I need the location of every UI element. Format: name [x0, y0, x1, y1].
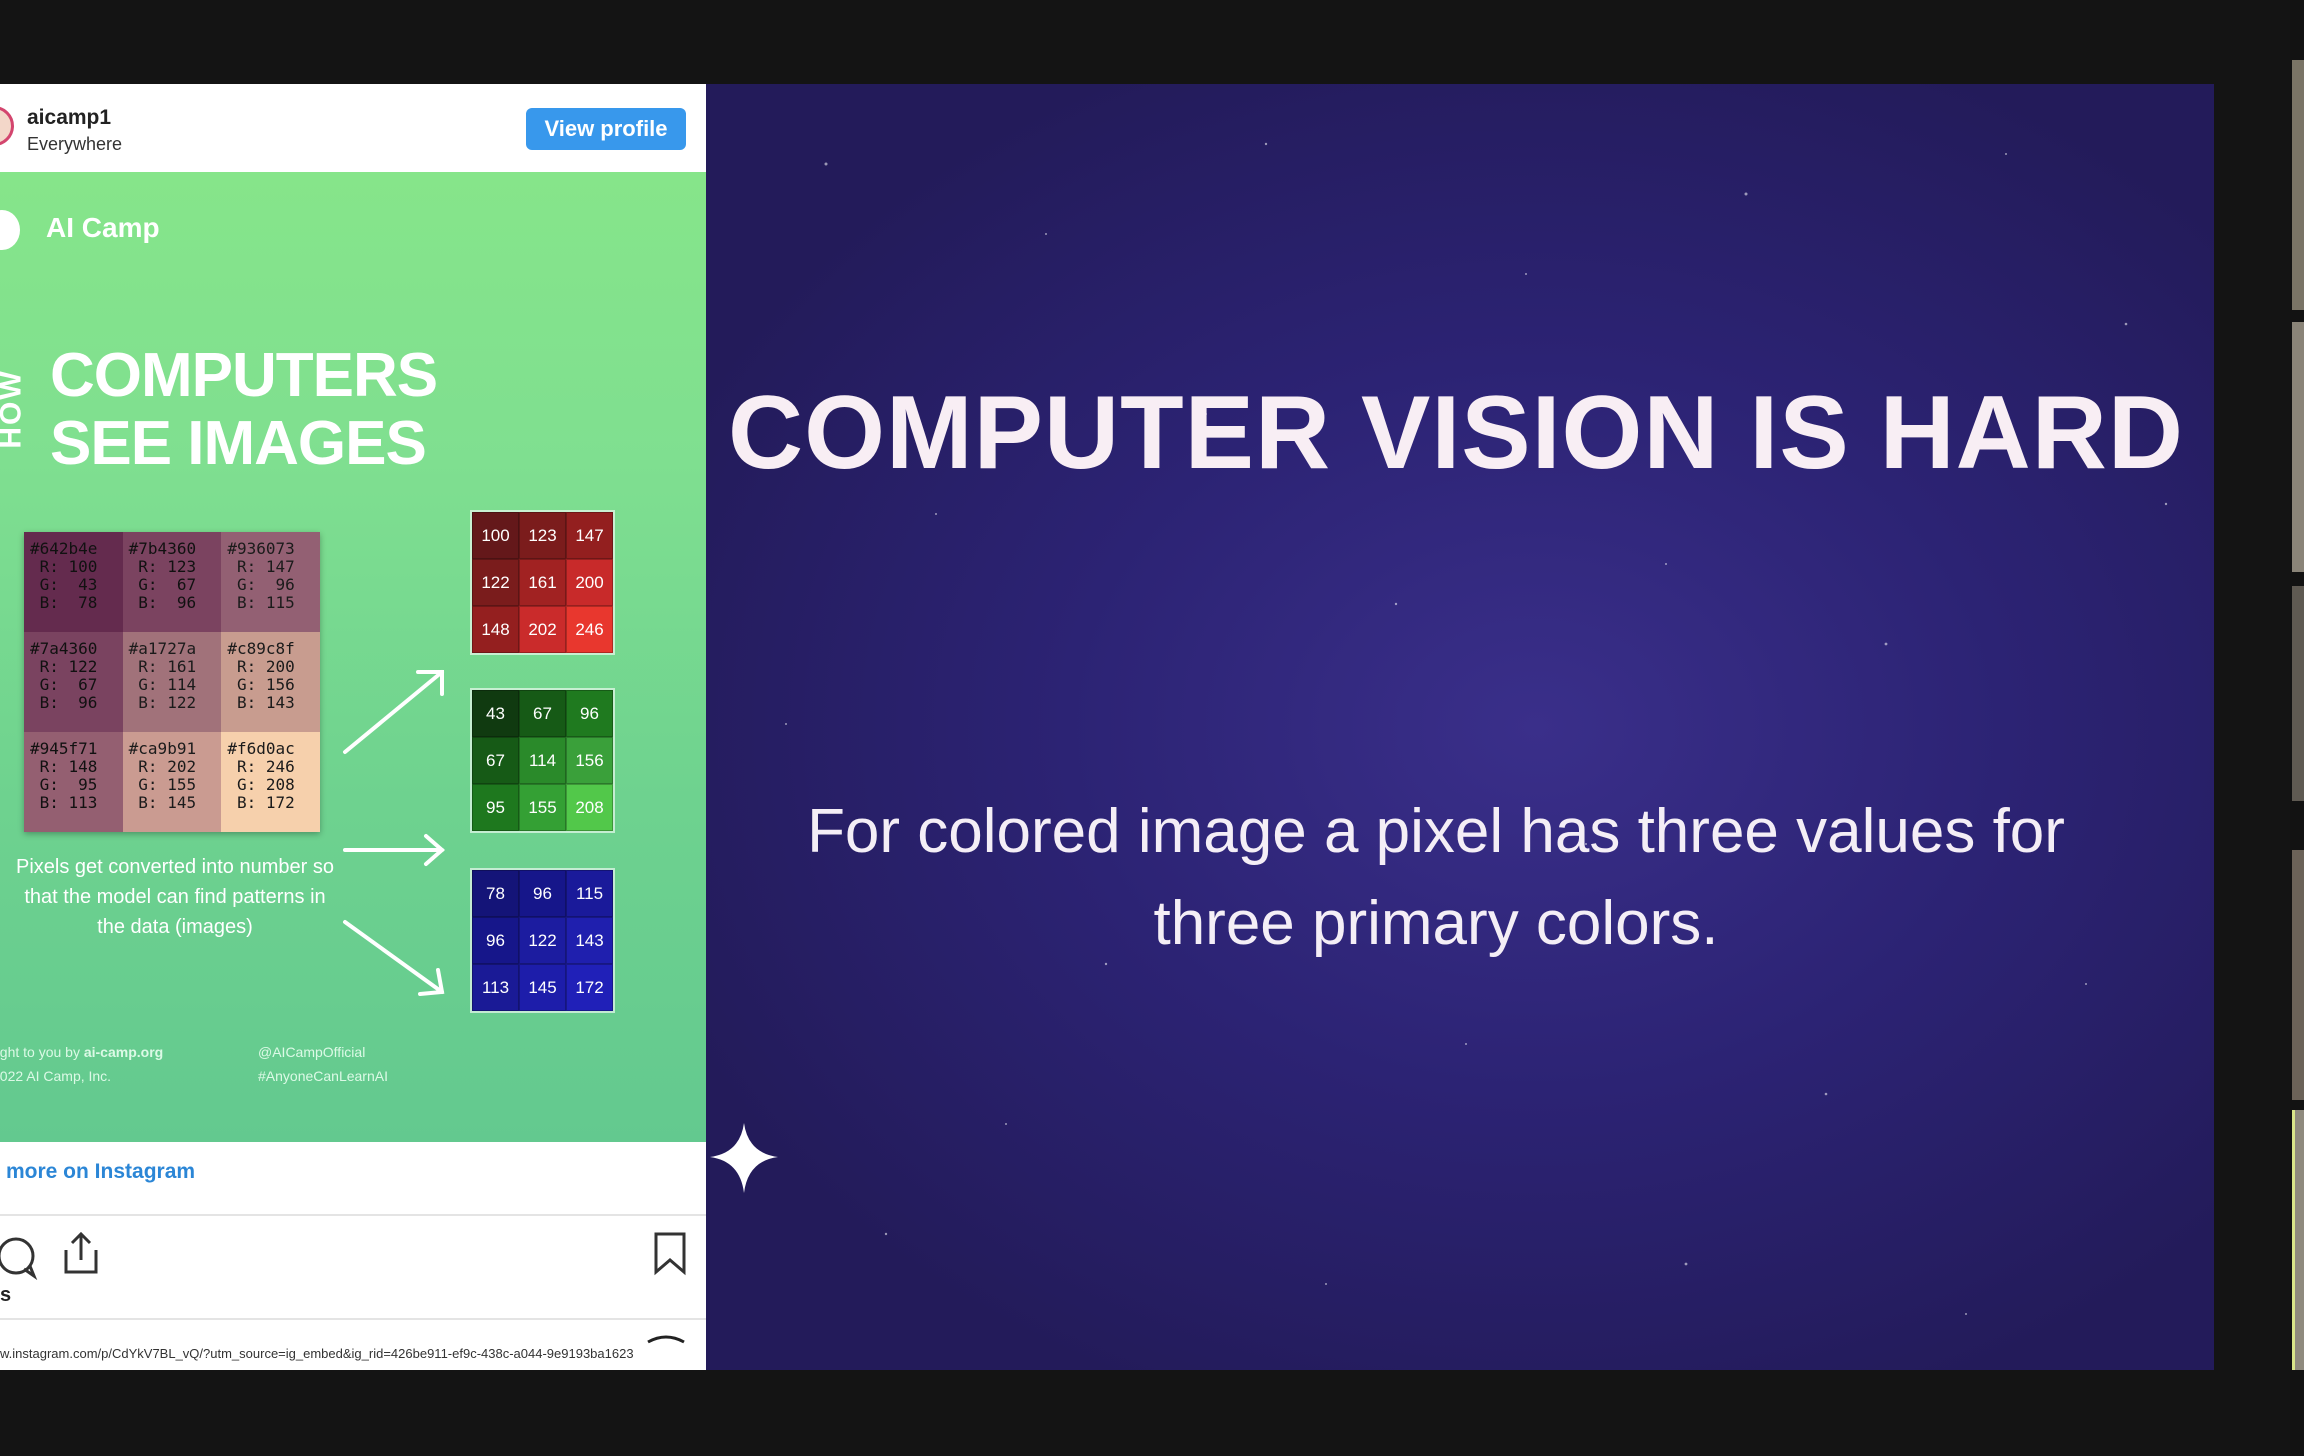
blue-value: 96 — [472, 917, 519, 964]
blue-channel-matrix: 78 96 115 96 122 143 113 145 172 — [470, 868, 615, 1013]
red-value: 123 — [519, 512, 566, 559]
pixel-cell: #a1727a R: 161 G: 114 B: 122 — [122, 632, 222, 732]
brand-name: AI Camp — [46, 212, 160, 243]
blue-value: 96 — [519, 870, 566, 917]
pixel-caption: Pixels get converted into number so that… — [16, 856, 334, 938]
red-value: 100 — [472, 512, 519, 559]
red-value: 161 — [519, 559, 566, 606]
avatar[interactable] — [0, 106, 14, 146]
instagram-embed: aicamp1 Everywhere View profile AI Camp … — [0, 84, 706, 1370]
blue-value: 115 — [566, 870, 613, 917]
headline-line-1: COMPUTERS — [50, 341, 438, 410]
username[interactable]: aicamp1 — [27, 106, 111, 130]
action-bar — [0, 1224, 706, 1284]
participant-thumbnail[interactable] — [2292, 586, 2304, 801]
green-value: 208 — [566, 784, 613, 831]
red-value: 147 — [566, 512, 613, 559]
red-value: 202 — [519, 606, 566, 653]
red-value: 148 — [472, 606, 519, 653]
pixel-cell: #945f71 R: 148 G: 95 B: 113 — [24, 732, 123, 832]
headline-how: HOW — [0, 369, 28, 449]
pixel-cell: #c89c8f R: 200 G: 156 B: 143 — [221, 632, 320, 732]
red-value: 200 — [566, 559, 613, 606]
green-value: 155 — [519, 784, 566, 831]
pixel-cell: #642b4e R: 100 G: 43 B: 78 — [24, 532, 123, 632]
status-url: w.instagram.com/p/CdYkV7BL_vQ/?utm_sourc… — [0, 1346, 634, 1361]
green-value: 43 — [472, 690, 519, 737]
pixel-cell: #936073 R: 147 G: 96 B: 115 — [221, 532, 320, 632]
green-value: 96 — [566, 690, 613, 737]
pixel-cell: #ca9b91 R: 202 G: 155 B: 145 — [122, 732, 222, 832]
footer-right: @AICampOfficial #AnyoneCanLearnAI — [258, 1040, 388, 1088]
participant-thumbnail-active[interactable] — [2292, 1110, 2304, 1370]
headline: COMPUTERS SEE IMAGES — [50, 341, 438, 478]
embed-header: aicamp1 Everywhere View profile — [0, 84, 706, 172]
comment-icon[interactable] — [0, 1236, 44, 1280]
footer-link: ai-camp.org — [83, 1044, 164, 1060]
presentation-slide: COMPUTER VISION IS HARD For colored imag… — [706, 84, 2214, 1370]
arrow-up — [343, 670, 444, 754]
footer-hashtag: #AnyoneCanLearnAI — [258, 1068, 388, 1084]
footer-left: ught to you by ai-camp.org 2022 AI Camp,… — [0, 1040, 163, 1088]
green-value: 114 — [519, 737, 566, 784]
pixel-grid: #642b4e R: 100 G: 43 B: 78 #7b4360 R: 123… — [24, 532, 320, 832]
blue-value: 172 — [566, 964, 613, 1011]
blue-value: 145 — [519, 964, 566, 1011]
participant-thumbnail[interactable] — [2292, 60, 2304, 310]
blue-value: 78 — [472, 870, 519, 917]
headline-line-2: SEE IMAGES — [50, 409, 427, 478]
participant-thumbnail[interactable] — [2292, 322, 2304, 572]
blue-value: 143 — [566, 917, 613, 964]
post-image[interactable]: AI Camp HOW COMPUTERS SEE IMAGES #642b4e… — [0, 172, 706, 1142]
pixel-cell: #7b4360 R: 123 G: 67 B: 96 — [122, 532, 222, 632]
starfield — [785, 142, 2168, 1315]
green-value: 95 — [472, 784, 519, 831]
slide-body: For colored image a pixel has three valu… — [807, 797, 2065, 958]
arrow-down — [343, 920, 444, 994]
pixel-cell: #7a4360 R: 122 G: 67 B: 96 — [24, 632, 123, 732]
green-value: 67 — [519, 690, 566, 737]
arrows — [343, 670, 446, 996]
footer-handle: @AICampOfficial — [258, 1044, 366, 1060]
input-edge-icon — [647, 1335, 685, 1344]
view-profile-button[interactable]: View profile — [526, 108, 686, 150]
ai-camp-logo-icon — [0, 210, 20, 250]
footer-copyright: 2022 AI Camp, Inc. — [0, 1068, 112, 1084]
green-value: 156 — [566, 737, 613, 784]
share-icon[interactable] — [60, 1230, 102, 1278]
divider — [0, 1214, 706, 1216]
more-on-instagram-link[interactable]: more on Instagram — [6, 1160, 195, 1184]
bookmark-icon[interactable] — [650, 1230, 690, 1278]
location: Everywhere — [27, 134, 123, 154]
likes-count: s — [0, 1284, 12, 1306]
red-channel-matrix: 100 123 147 122 161 200 148 202 246 — [470, 510, 615, 655]
green-channel-matrix: 43 67 96 67 114 156 95 155 208 — [470, 688, 615, 833]
slide-title: COMPUTER VISION IS HARD — [728, 375, 2184, 491]
red-value: 122 — [472, 559, 519, 606]
red-value: 246 — [566, 606, 613, 653]
green-value: 67 — [472, 737, 519, 784]
footer-credit: ught to you by — [0, 1044, 84, 1060]
blue-value: 113 — [472, 964, 519, 1011]
participant-thumbnail[interactable] — [2292, 850, 2304, 1100]
sparkle-icon — [710, 1123, 778, 1193]
blue-value: 122 — [519, 917, 566, 964]
pixel-cell: #f6d0ac R: 246 G: 208 B: 172 — [221, 732, 320, 832]
divider — [0, 1318, 706, 1320]
